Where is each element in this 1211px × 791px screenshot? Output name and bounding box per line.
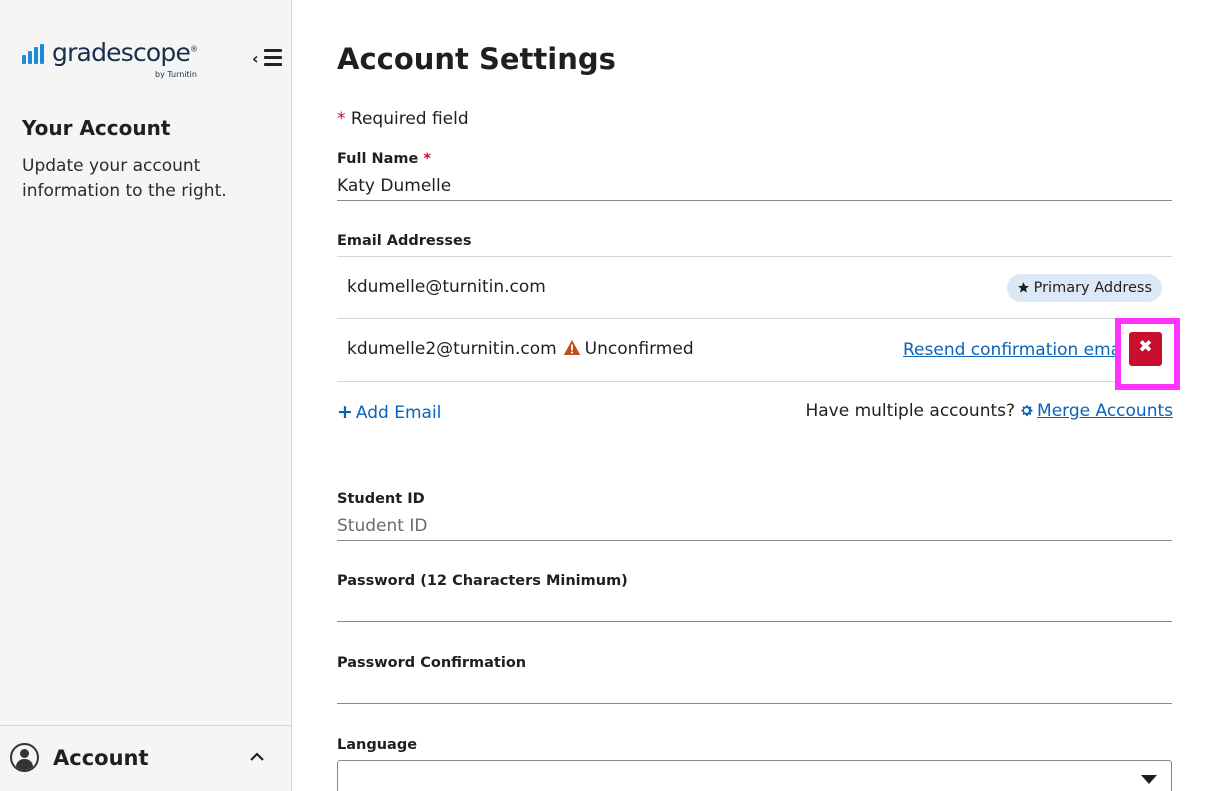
account-avatar-icon [10, 743, 39, 772]
merge-prompt: Have multiple accounts? [805, 401, 1016, 421]
plus-icon: + [337, 401, 353, 423]
email-row-unconfirmed: kdumelle2@turnitin.com Unconfirmed Resend… [337, 318, 1172, 382]
required-asterisk: * [337, 109, 346, 129]
required-field-note: * Required field [337, 109, 469, 129]
caret-down-icon [1141, 775, 1157, 784]
language-label: Language [337, 737, 418, 753]
merge-accounts-row: Have multiple accounts? Merge Accounts [805, 401, 1173, 421]
add-email-link[interactable]: + Add Email [337, 401, 441, 423]
email-address-unconfirmed: kdumelle2@turnitin.com Unconfirmed [347, 339, 694, 359]
account-menu-label: Account [53, 746, 149, 770]
password-label: Password (12 Characters Minimum) [337, 573, 628, 589]
collapse-sidebar-button[interactable]: ‹ [250, 43, 286, 71]
student-id-input[interactable] [337, 511, 1172, 541]
student-id-label: Student ID [337, 491, 425, 507]
gear-icon [1021, 405, 1033, 417]
primary-address-badge: Primary Address [1006, 274, 1162, 302]
chevron-left-icon: ‹ [252, 49, 259, 68]
email-row-primary: kdumelle@turnitin.com Primary Address [337, 256, 1172, 318]
sidebar: gradescope® by Turnitin ‹ Your Account U… [0, 0, 292, 791]
merge-accounts-link[interactable]: Merge Accounts [1015, 401, 1173, 421]
sidebar-section-title: Your Account [22, 116, 171, 140]
warning-icon [563, 340, 580, 355]
password-confirmation-input[interactable] [337, 674, 1172, 704]
chevron-up-icon [250, 752, 264, 761]
full-name-label: Full Name * [337, 151, 432, 167]
star-icon [1017, 282, 1029, 293]
email-address: kdumelle@turnitin.com [347, 277, 546, 297]
logo-byline: by Turnitin [155, 70, 197, 79]
language-select[interactable] [337, 760, 1172, 791]
unconfirmed-status: Unconfirmed [584, 339, 694, 359]
gradescope-logo-icon [22, 44, 46, 64]
account-menu-toggle[interactable]: Account [0, 725, 291, 791]
required-note-text: Required field [350, 109, 469, 129]
logo-wordmark: gradescope® [52, 38, 198, 67]
resend-confirmation-link[interactable]: Resend confirmation email [903, 340, 1115, 360]
logo-row: gradescope® by Turnitin ‹ [22, 38, 282, 84]
account-settings-form: Account Settings * Required field Full N… [337, 0, 1180, 791]
page-title: Account Settings [337, 42, 616, 76]
remove-email-button[interactable]: ✖ [1115, 318, 1180, 390]
close-icon: ✖ [1138, 337, 1153, 357]
password-input[interactable] [337, 592, 1172, 622]
email-addresses-label: Email Addresses [337, 233, 472, 249]
menu-icon [264, 49, 282, 52]
sidebar-section-description: Update your account information to the r… [22, 156, 227, 201]
full-name-input[interactable] [337, 171, 1172, 201]
password-confirmation-label: Password Confirmation [337, 655, 527, 671]
